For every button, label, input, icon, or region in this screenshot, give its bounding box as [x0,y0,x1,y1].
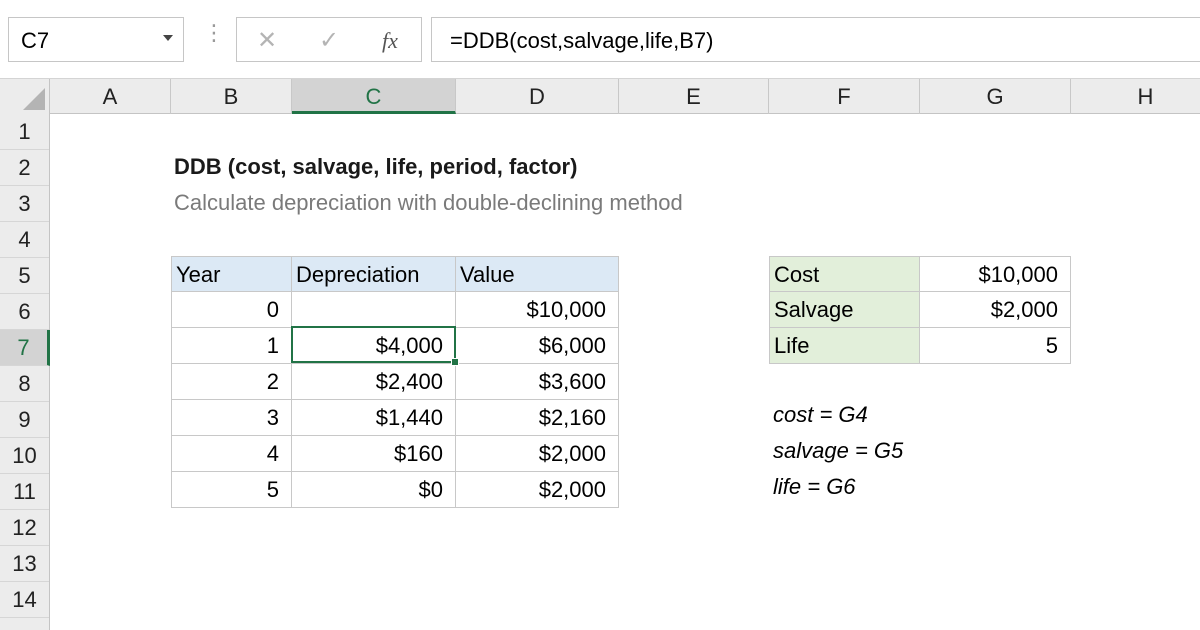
table-cell-year[interactable]: 1 [171,328,292,364]
column-header-g[interactable]: G [920,79,1071,114]
name-box-value: C7 [21,28,50,53]
table-header-value[interactable]: Value [456,256,619,292]
insert-function-icon[interactable]: fx [375,26,405,56]
name-box[interactable]: C7 [8,17,184,62]
sheet-subtitle: Calculate depreciation with double-decli… [174,190,683,215]
formula-buttons: ✕ ✓ fx [236,17,422,62]
table-cell-year[interactable]: 5 [171,472,292,508]
row-header-13[interactable]: 13 [0,546,49,582]
select-all-button[interactable] [0,79,50,114]
table-cell-depreciation[interactable]: $1,440 [292,400,456,436]
input-label-cost[interactable]: Cost [769,256,920,292]
table-cell-value[interactable]: $6,000 [456,328,619,364]
table-cell-year[interactable]: 2 [171,364,292,400]
table-cell-year[interactable]: 0 [171,292,292,328]
table-cell-value[interactable]: $2,160 [456,400,619,436]
note-cost: cost = G4 [773,402,868,427]
column-header-b[interactable]: B [171,79,292,114]
table-cell-year[interactable]: 3 [171,400,292,436]
table-cell-depreciation[interactable] [292,292,456,328]
chevron-down-icon[interactable] [163,35,173,41]
row-header-12[interactable]: 12 [0,510,49,546]
worksheet[interactable]: DDB (cost, salvage, life, period, factor… [50,114,1200,630]
row-header-6[interactable]: 6 [0,294,49,330]
enter-icon[interactable]: ✓ [314,26,344,56]
row-header-9[interactable]: 9 [0,402,49,438]
table-cell-value[interactable]: $10,000 [456,292,619,328]
column-header-e[interactable]: E [619,79,769,114]
row-header-7[interactable]: 7 [0,330,50,366]
row-header-4[interactable]: 4 [0,222,49,258]
drag-handle-icon[interactable]: ⋮ [203,22,225,44]
table-cell-depreciation[interactable]: $4,000 [292,328,456,364]
row-header-14[interactable]: 14 [0,582,49,618]
formula-input[interactable]: =DDB(cost,salvage,life,B7) [431,17,1200,62]
cancel-icon[interactable]: ✕ [252,26,282,56]
column-header-d[interactable]: D [456,79,619,114]
input-label-life[interactable]: Life [769,328,920,364]
column-header-h[interactable]: H [1071,79,1200,114]
table-cell-year[interactable]: 4 [171,436,292,472]
row-header-11[interactable]: 11 [0,474,49,510]
table-header-depreciation[interactable]: Depreciation [292,256,456,292]
table-cell-value[interactable]: $2,000 [456,472,619,508]
table-cell-value[interactable]: $3,600 [456,364,619,400]
note-salvage: salvage = G5 [773,438,904,463]
row-header-10[interactable]: 10 [0,438,49,474]
table-cell-value[interactable]: $2,000 [456,436,619,472]
input-label-salvage[interactable]: Salvage [769,292,920,328]
column-header-a[interactable]: A [50,79,171,114]
sheet-title: DDB (cost, salvage, life, period, factor… [174,154,578,179]
table-cell-depreciation[interactable]: $160 [292,436,456,472]
row-header-2[interactable]: 2 [0,150,49,186]
row-header-5[interactable]: 5 [0,258,49,294]
input-value-life[interactable]: 5 [920,328,1071,364]
input-value-cost[interactable]: $10,000 [920,256,1071,292]
column-header-f[interactable]: F [769,79,920,114]
row-headers: 1 2 3 4 5 6 7 8 9 10 11 12 13 14 [0,114,50,630]
column-headers: A B C D E F G H [0,78,1200,114]
formula-bar: C7 ⋮ ✕ ✓ fx =DDB(cost,salvage,life,B7) [0,0,1200,78]
column-header-c[interactable]: C [292,79,456,114]
table-cell-depreciation[interactable]: $2,400 [292,364,456,400]
formula-text: =DDB(cost,salvage,life,B7) [450,28,714,53]
row-header-3[interactable]: 3 [0,186,49,222]
table-cell-depreciation[interactable]: $0 [292,472,456,508]
input-value-salvage[interactable]: $2,000 [920,292,1071,328]
note-life: life = G6 [773,474,856,499]
row-header-1[interactable]: 1 [0,114,49,150]
row-header-8[interactable]: 8 [0,366,49,402]
table-header-year[interactable]: Year [171,256,292,292]
select-all-icon [23,88,45,110]
